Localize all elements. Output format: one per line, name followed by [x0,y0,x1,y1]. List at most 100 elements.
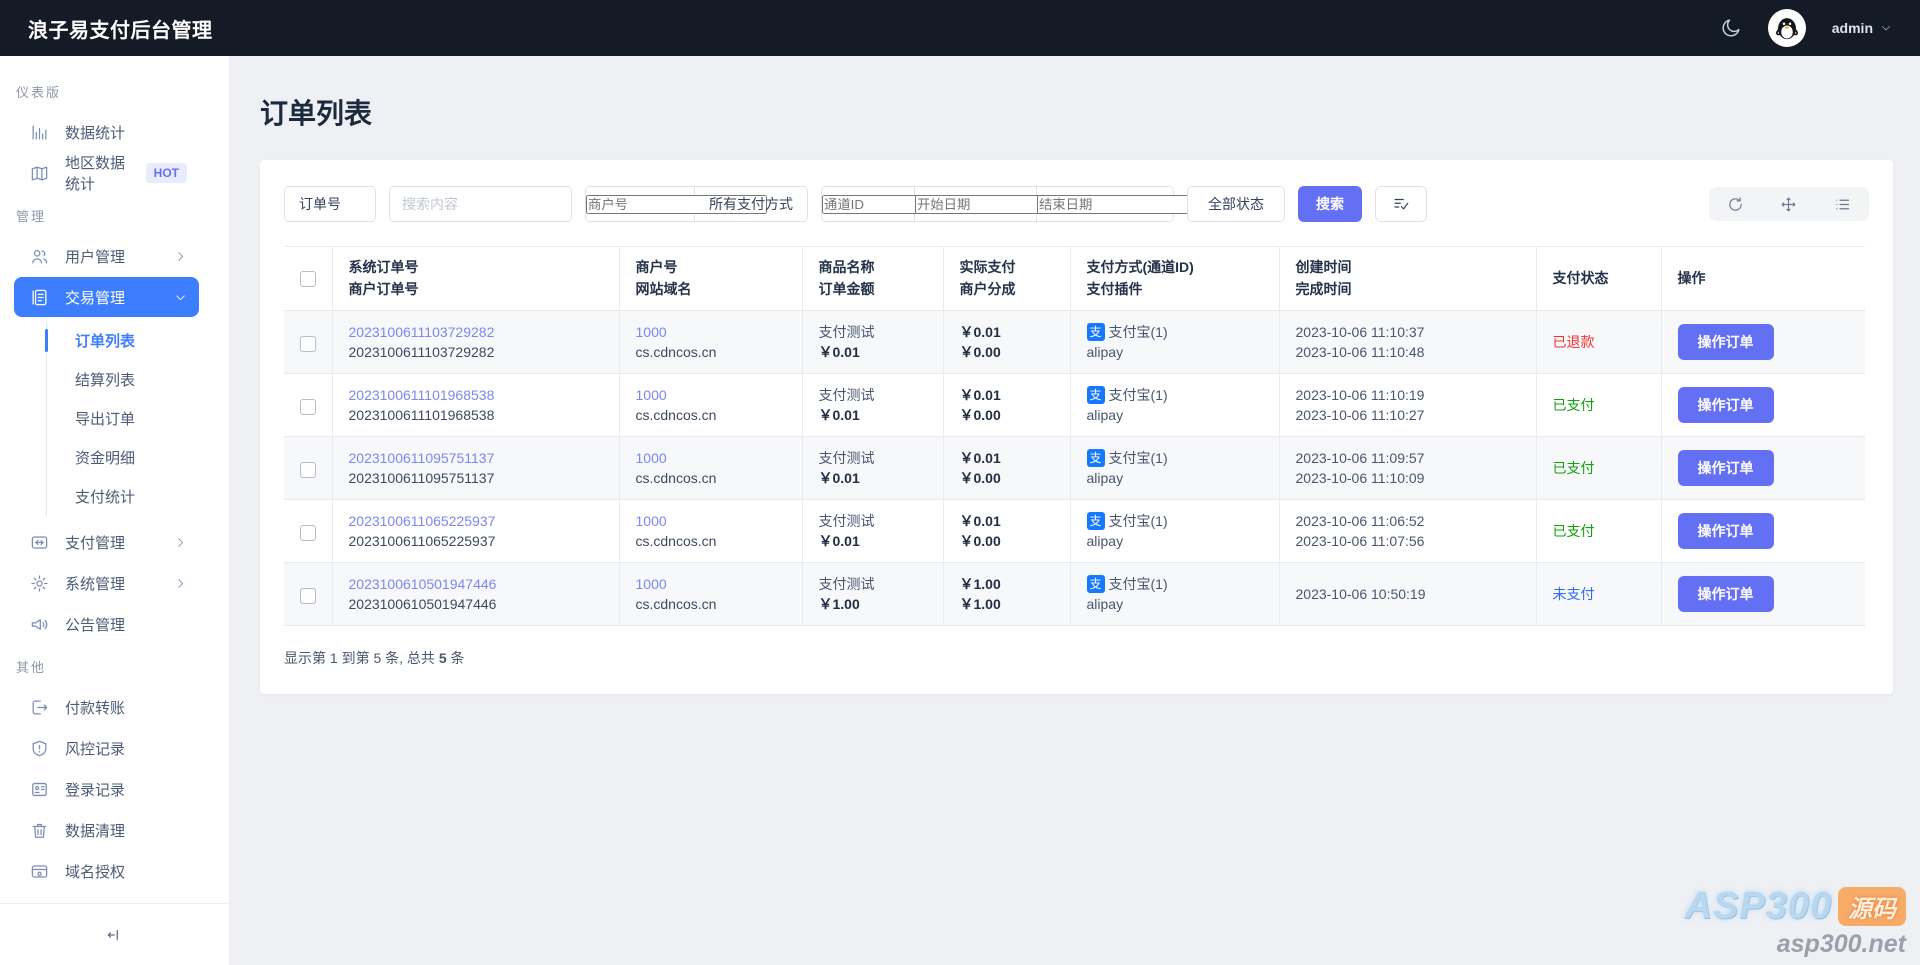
merchant-order-no: 2023100611065225937 [349,531,603,551]
sidebar-item-data-cleanup[interactable]: 数据清理 [14,810,199,850]
operate-order-button[interactable]: 操作订单 [1678,576,1774,612]
share-amount: ￥0.00 [960,531,1054,551]
col-header-action: 操作 [1661,247,1865,311]
share-amount: ￥0.00 [960,468,1054,488]
pay-method-select[interactable]: 所有支付方式 [695,187,807,221]
sidebar-item-login-records[interactable]: 登录记录 [14,769,199,809]
operate-order-button[interactable]: 操作订单 [1678,387,1774,423]
watermark-brand: ASP300 [1684,885,1832,928]
search-button[interactable]: 搜索 [1298,186,1362,222]
sidebar-item-system-manage[interactable]: 系统管理 [14,563,199,603]
sidebar-item-announce-manage[interactable]: 公告管理 [14,604,199,644]
created-time: 2023-10-06 10:50:19 [1296,584,1520,604]
filter-check-button[interactable] [1375,186,1427,222]
row-checkbox[interactable] [300,588,316,604]
order-amount: ￥0.01 [819,531,927,551]
col-header-order: 系统订单号商户订单号 [332,247,619,311]
alipay-icon: 支 [1087,575,1105,593]
product-name: 支付测试 [819,511,927,531]
paid-amount: ￥0.01 [960,322,1054,342]
browser-icon [30,862,49,881]
sidebar-item-label: 风控记录 [65,738,125,759]
sidebar-item-pay-manage[interactable]: 支付管理 [14,522,199,562]
status-badge: 未支付 [1553,586,1595,602]
submenu-item-order-list[interactable]: 订单列表 [47,321,229,360]
sidebar-item-label: 系统管理 [65,573,125,594]
merchant-id-link[interactable]: 1000 [636,513,667,529]
sidebar-item-risk-records[interactable]: 风控记录 [14,728,199,768]
sidebar-item-user-manage[interactable]: 用户管理 [14,236,199,276]
sidebar-item-label: 域名授权 [65,861,125,882]
order-no-type-select[interactable]: 订单号 [284,186,376,222]
submenu-item-settle-list[interactable]: 结算列表 [47,360,229,399]
merchant-id-link[interactable]: 1000 [636,387,667,403]
sidebar-item-data-stats[interactable]: 数据统计 [14,112,199,152]
gear-icon [30,574,49,593]
pay-method: 支付宝(1) [1109,511,1168,531]
pay-plugin: alipay [1087,405,1263,425]
site-domain: cs.cdncos.cn [636,405,786,425]
sidebar-item-label: 登录记录 [65,779,125,800]
pay-plugin: alipay [1087,531,1263,551]
section-label-manage: 管理 [0,194,229,235]
user-menu[interactable]: admin [1832,20,1892,36]
status-select[interactable]: 全部状态 [1187,186,1285,222]
merchant-id-link[interactable]: 1000 [636,576,667,592]
operate-order-button[interactable]: 操作订单 [1678,324,1774,360]
table-row: 2023100611103729282 2023100611103729282 … [284,311,1865,374]
completed-time: 2023-10-06 11:10:27 [1296,405,1520,425]
col-header-time: 创建时间完成时间 [1279,247,1536,311]
col-header-product: 商品名称订单金额 [802,247,943,311]
product-name: 支付测试 [819,385,927,405]
search-input[interactable] [390,187,571,221]
export-icon [30,698,49,717]
sidebar-item-region-stats[interactable]: 地区数据统计 HOT [14,153,199,193]
order-amount: ￥1.00 [819,594,927,614]
system-order-link[interactable]: 2023100611065225937 [349,513,496,529]
fullscreen-move-button[interactable] [1780,196,1797,213]
map-icon [30,164,49,183]
status-badge: 已支付 [1553,460,1595,476]
sidebar-item-label: 支付管理 [65,532,125,553]
sidebar-item-payout-transfer[interactable]: 付款转账 [14,687,199,727]
operate-order-button[interactable]: 操作订单 [1678,513,1774,549]
move-icon [1780,196,1797,213]
system-order-link[interactable]: 2023100611095751137 [349,450,495,466]
select-all-checkbox[interactable] [300,271,316,287]
moon-icon[interactable] [1720,17,1742,39]
system-order-link[interactable]: 2023100611103729282 [349,324,495,340]
avatar[interactable] [1768,9,1806,47]
sidebar-item-label: 数据清理 [65,820,125,841]
submenu-item-pay-stats[interactable]: 支付统计 [47,477,229,516]
row-checkbox[interactable] [300,336,316,352]
submenu-item-fund-details[interactable]: 资金明细 [47,438,229,477]
alipay-icon: 支 [1087,323,1105,341]
sidebar-item-domain-license[interactable]: 域名授权 [14,851,199,891]
created-time: 2023-10-06 11:10:37 [1296,322,1520,342]
sidebar-item-trade-manage[interactable]: 交易管理 [14,277,199,317]
alipay-icon: 支 [1087,449,1105,467]
system-order-link[interactable]: 2023100610501947446 [349,576,497,592]
row-checkbox[interactable] [300,462,316,478]
paid-amount: ￥0.01 [960,511,1054,531]
table-row: 2023100611095751137 2023100611095751137 … [284,437,1865,500]
orders-table: 系统订单号商户订单号 商户号网站域名 商品名称订单金额 实际支付商户分成 支付方… [284,246,1865,626]
chevron-down-icon [1880,22,1892,34]
pay-plugin: alipay [1087,468,1263,488]
section-label-dashboard: 仪表版 [0,70,229,111]
merchant-id-link[interactable]: 1000 [636,450,667,466]
operate-order-button[interactable]: 操作订单 [1678,450,1774,486]
merchant-id-link[interactable]: 1000 [636,324,667,340]
refresh-button[interactable] [1727,196,1744,213]
product-name: 支付测试 [819,322,927,342]
merchant-order-no: 2023100611101968538 [349,405,603,425]
submenu-item-export-orders[interactable]: 导出订单 [47,399,229,438]
shield-alert-icon [30,739,49,758]
row-checkbox[interactable] [300,525,316,541]
system-order-link[interactable]: 2023100611101968538 [349,387,495,403]
created-time: 2023-10-06 11:09:57 [1296,448,1520,468]
sidebar-collapse-button[interactable] [0,903,229,965]
created-time: 2023-10-06 11:06:52 [1296,511,1520,531]
columns-button[interactable] [1834,196,1851,213]
row-checkbox[interactable] [300,399,316,415]
